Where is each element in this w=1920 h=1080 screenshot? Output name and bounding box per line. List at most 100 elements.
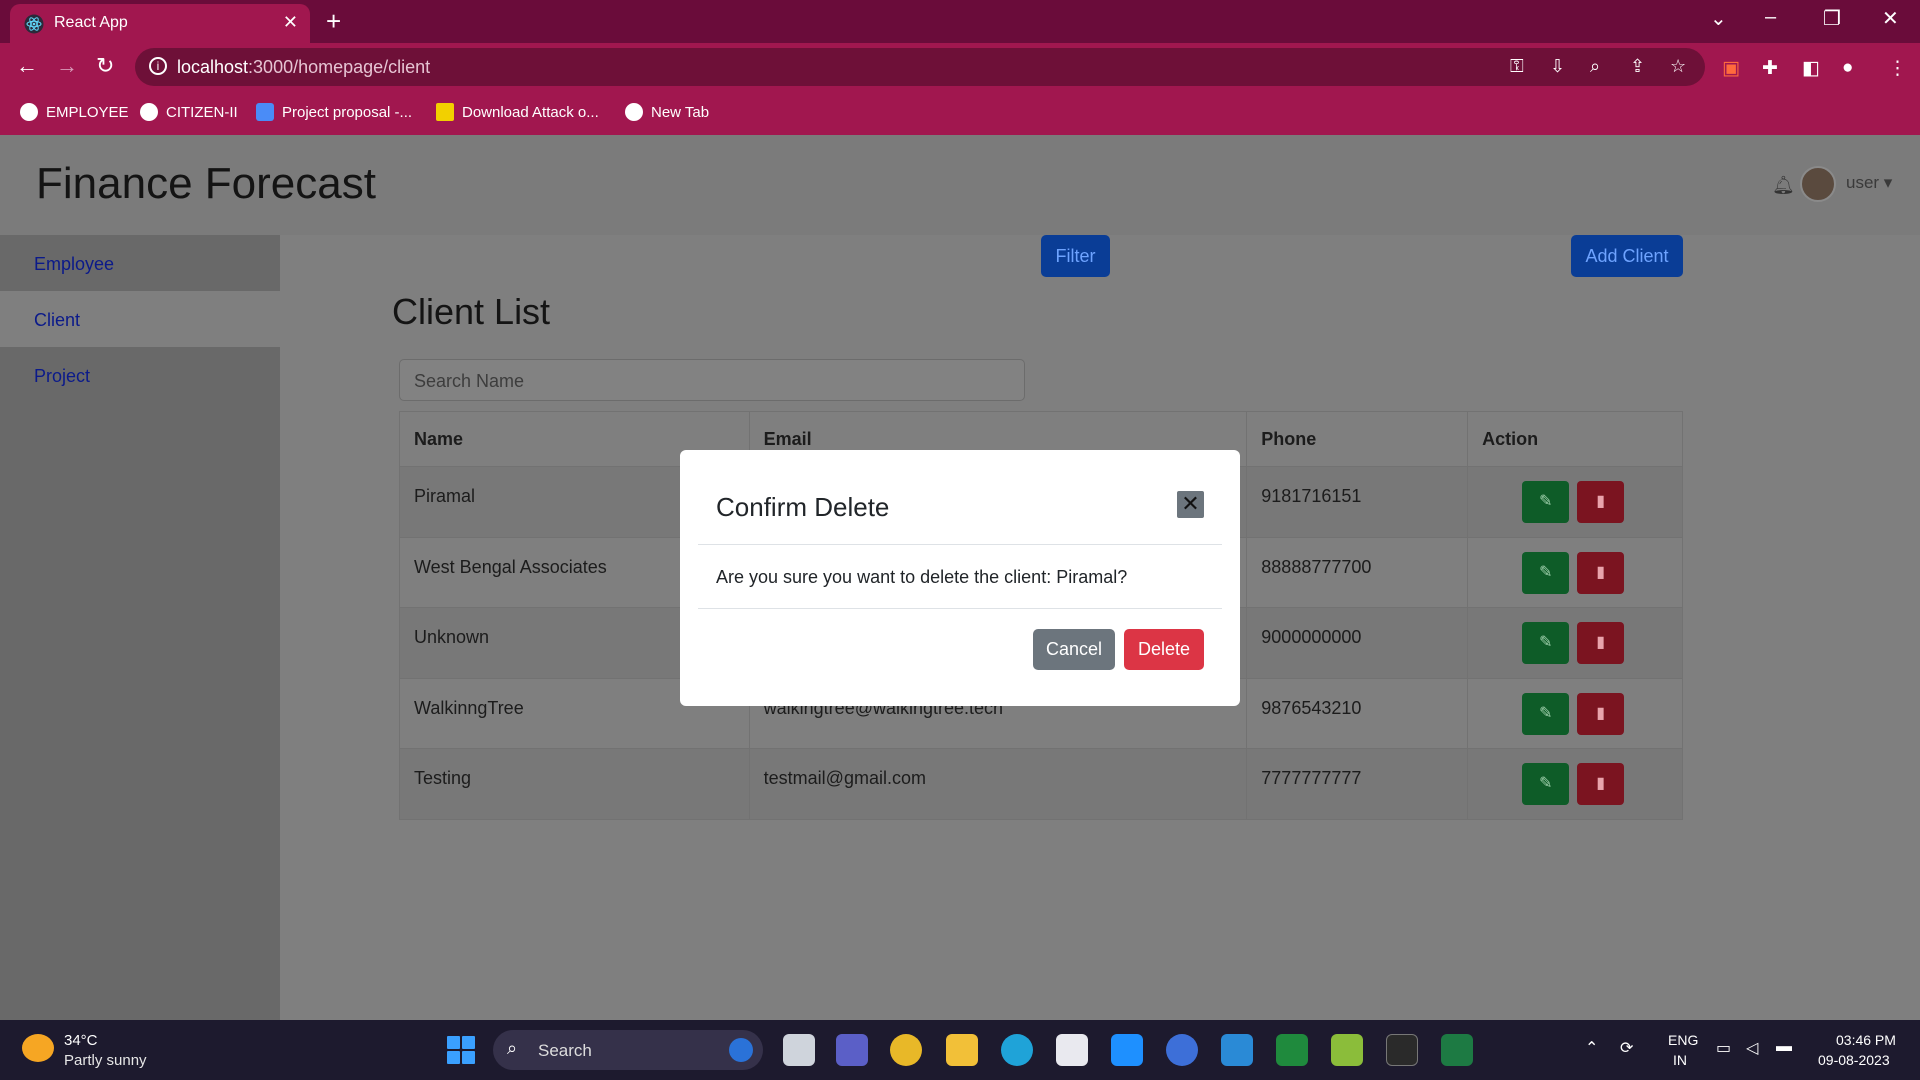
site-info-icon[interactable]: i	[149, 57, 167, 75]
weather-sun-icon[interactable]	[22, 1034, 54, 1062]
task-view-icon[interactable]	[783, 1034, 815, 1066]
edit-icon[interactable]: ✎	[1522, 763, 1570, 805]
clock-time[interactable]: 03:46 PM	[1836, 1032, 1896, 1048]
globe-icon	[140, 103, 158, 121]
sync-icon[interactable]: ⟳	[1620, 1038, 1633, 1058]
browser-tab-react-app[interactable]: React App ✕	[10, 4, 310, 43]
minimize-button[interactable]: –	[1765, 6, 1776, 29]
taskbar-search-label: Search	[538, 1041, 592, 1060]
excel-icon[interactable]	[1441, 1034, 1473, 1066]
bookmark-project-proposal[interactable]: Project proposal -...	[256, 103, 412, 121]
browser-toolbar: ← → ↻ i localhost:3000/homepage/client ⚿…	[0, 43, 1920, 90]
notepad-icon[interactable]	[1331, 1034, 1363, 1066]
chrome-icon[interactable]	[890, 1034, 922, 1066]
trash-icon[interactable]: ▮	[1577, 622, 1625, 664]
cell-action: ✎ ▮	[1467, 466, 1683, 538]
extension-icon[interactable]: ▣	[1722, 57, 1740, 80]
search-icon: ⌕	[507, 1038, 518, 1058]
taskbar-search[interactable]: ⌕ Search	[493, 1030, 763, 1070]
chevron-up-icon[interactable]: ⌃	[1585, 1038, 1598, 1058]
tab-title: React App	[54, 14, 128, 31]
l-app-icon[interactable]	[1111, 1034, 1143, 1066]
cell-phone: 88888777700	[1246, 536, 1469, 608]
sidebar-item-project[interactable]: Project	[0, 347, 280, 403]
file-explorer-icon[interactable]	[946, 1034, 978, 1066]
side-panel-icon[interactable]: ◧	[1802, 57, 1820, 80]
docs-icon	[256, 103, 274, 121]
microsoft-store-icon[interactable]	[1056, 1034, 1088, 1066]
trash-icon[interactable]: ▮	[1577, 763, 1625, 805]
share-icon[interactable]: ⇪	[1630, 56, 1645, 77]
install-icon[interactable]: ⇩	[1550, 56, 1565, 77]
cell-phone: 9000000000	[1246, 607, 1469, 679]
language-indicator[interactable]: ENG	[1668, 1032, 1698, 1048]
sidebar-item-client[interactable]: Client	[0, 291, 280, 347]
network-icon[interactable]: ▭	[1716, 1038, 1731, 1058]
search-input[interactable]: Search Name	[399, 359, 1025, 401]
taskbar: 34°C Partly sunny ⌕ Search ⌃ ⟳ ENG IN ▭ …	[0, 1020, 1920, 1080]
a-app-icon[interactable]	[1166, 1034, 1198, 1066]
weather-temperature[interactable]: 34°C	[64, 1032, 98, 1049]
language-region[interactable]: IN	[1673, 1052, 1687, 1068]
edge-icon[interactable]	[1001, 1034, 1033, 1066]
bookmark-employee[interactable]: EMPLOYEE	[20, 103, 129, 121]
trash-icon[interactable]: ▮	[1577, 481, 1625, 523]
bookmark-download-attack[interactable]: Download Attack o...	[436, 103, 599, 121]
avatar[interactable]	[1800, 166, 1836, 202]
new-tab-button[interactable]: +	[326, 6, 341, 37]
globe-icon	[625, 103, 643, 121]
filter-button[interactable]: Filter	[1041, 235, 1110, 277]
address-bar[interactable]: i localhost:3000/homepage/client ⚿ ⇩ ⌕ ⇪…	[135, 48, 1705, 86]
zoom-icon[interactable]: ⌕	[1590, 56, 1600, 77]
globe-icon	[20, 103, 38, 121]
edit-icon[interactable]: ✎	[1522, 481, 1570, 523]
modal-title: Confirm Delete	[716, 492, 890, 522]
trash-icon[interactable]: ▮	[1577, 551, 1625, 594]
volume-icon[interactable]: ◁	[1746, 1038, 1758, 1058]
vscode-icon[interactable]	[1221, 1034, 1253, 1066]
cell-phone: 7777777777	[1246, 748, 1469, 820]
puzzle-icon[interactable]: ✚	[1762, 57, 1778, 80]
tab-search-icon[interactable]: ⌄	[1710, 6, 1727, 31]
cancel-button[interactable]: Cancel	[1033, 629, 1115, 670]
edit-icon[interactable]: ✎	[1522, 692, 1570, 735]
edit-icon[interactable]: ✎	[1522, 622, 1570, 664]
add-client-button[interactable]: Add Client	[1571, 235, 1683, 277]
bookmark-citizen[interactable]: CITIZEN-II	[140, 103, 238, 121]
back-icon[interactable]: ←	[16, 53, 38, 79]
windows-start-icon[interactable]	[447, 1036, 475, 1064]
cell-action: ✎ ▮	[1467, 536, 1683, 608]
modal-divider	[698, 544, 1222, 545]
react-icon	[24, 14, 44, 34]
ys-icon	[436, 103, 454, 121]
battery-icon[interactable]: ▬	[1776, 1038, 1792, 1056]
clock-date[interactable]: 09-08-2023	[1818, 1052, 1890, 1068]
app-header: Finance Forecast 🔔︎ user ▾	[0, 135, 1920, 235]
chat-app-icon[interactable]	[1276, 1034, 1308, 1066]
restore-button[interactable]: ❐	[1823, 6, 1841, 31]
bookmarks-bar: EMPLOYEE CITIZEN-II Project proposal -..…	[0, 90, 1920, 135]
user-menu[interactable]: user ▾	[1846, 173, 1892, 193]
weather-description[interactable]: Partly sunny	[64, 1052, 147, 1069]
terminal-icon[interactable]	[1386, 1034, 1418, 1066]
teams-icon[interactable]	[836, 1034, 868, 1066]
delete-button[interactable]: Delete	[1124, 629, 1204, 670]
key-icon[interactable]: ⚿	[1510, 56, 1524, 77]
bookmark-star-icon[interactable]: ☆	[1670, 56, 1686, 77]
menu-kebab-icon[interactable]: ⋮	[1888, 57, 1907, 80]
edit-icon[interactable]: ✎	[1522, 551, 1570, 594]
forward-icon[interactable]: →	[56, 53, 78, 79]
close-icon[interactable]: ✕	[1177, 491, 1204, 518]
sidebar-item-employee[interactable]: Employee	[0, 235, 280, 291]
bell-icon[interactable]: 🔔︎	[1772, 175, 1795, 196]
cell-action: ✎ ▮	[1467, 607, 1683, 679]
tab-close-icon[interactable]: ✕	[283, 12, 298, 33]
bookmark-new-tab[interactable]: New Tab	[625, 103, 709, 121]
profile-avatar-icon[interactable]: ●	[1842, 57, 1853, 79]
window-close-button[interactable]: ✕	[1882, 6, 1899, 31]
trash-icon[interactable]: ▮	[1577, 692, 1625, 735]
cell-name: Testing	[399, 748, 750, 820]
reload-icon[interactable]: ↻	[96, 53, 114, 79]
app-brand[interactable]: Finance Forecast	[36, 159, 376, 209]
column-header-phone: Phone	[1246, 411, 1469, 467]
